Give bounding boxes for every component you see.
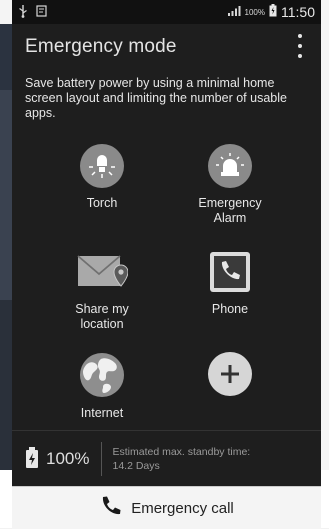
app-torch[interactable]: Torch (42, 144, 162, 211)
background-left-edge (0, 0, 12, 528)
add-app-button[interactable] (170, 352, 290, 404)
battery-status: 100% Estimated max. standby time: 14.2 D… (12, 436, 321, 482)
share-location-icon (76, 250, 129, 298)
phone-icon (208, 250, 252, 298)
standby-label: Estimated max. standby time: (112, 446, 251, 458)
standby-value: 14.2 Days (112, 460, 160, 472)
app-internet[interactable]: Internet (42, 352, 162, 421)
usb-icon (18, 4, 28, 21)
app-label: location (80, 317, 124, 331)
overflow-menu-icon[interactable] (297, 34, 303, 58)
app-label: Phone (211, 302, 249, 316)
separator (101, 442, 103, 476)
app-label: Alarm (213, 211, 247, 225)
alarm-icon (208, 144, 252, 188)
app-emergency-alarm[interactable]: Emergency Alarm (170, 144, 290, 226)
app-share-location[interactable]: Share my location (42, 250, 162, 332)
battery-percent: 100% (46, 449, 90, 468)
background-right-edge (321, 0, 329, 528)
app-phone[interactable]: Phone (170, 250, 290, 317)
app-label: Torch (86, 196, 118, 210)
torch-icon (80, 144, 124, 188)
phone-icon (99, 495, 121, 522)
battery-large-icon (26, 447, 38, 468)
app-label: Share my (75, 302, 129, 316)
mode-description: Save battery power by using a minimal ho… (25, 76, 287, 120)
divider (12, 430, 321, 431)
battery-icon (269, 4, 277, 20)
app-label: Internet (80, 406, 124, 420)
signal-icon (227, 5, 241, 20)
emergency-call-button[interactable]: Emergency call (12, 486, 321, 529)
standby-time: Estimated max. standby time: 14.2 Days (112, 445, 287, 473)
page-title: Emergency mode (25, 36, 177, 57)
phone-screen: 100% 11:50 Emergency mode Save battery p… (12, 0, 321, 529)
globe-icon (79, 352, 125, 402)
add-icon (208, 352, 252, 396)
status-bar: 100% 11:50 (12, 0, 321, 24)
status-time: 11:50 (281, 4, 315, 20)
notification-icon (36, 4, 48, 20)
app-label: Emergency (198, 196, 262, 210)
emergency-call-label: Emergency call (131, 499, 234, 517)
status-battery-percent: 100% (244, 7, 265, 17)
